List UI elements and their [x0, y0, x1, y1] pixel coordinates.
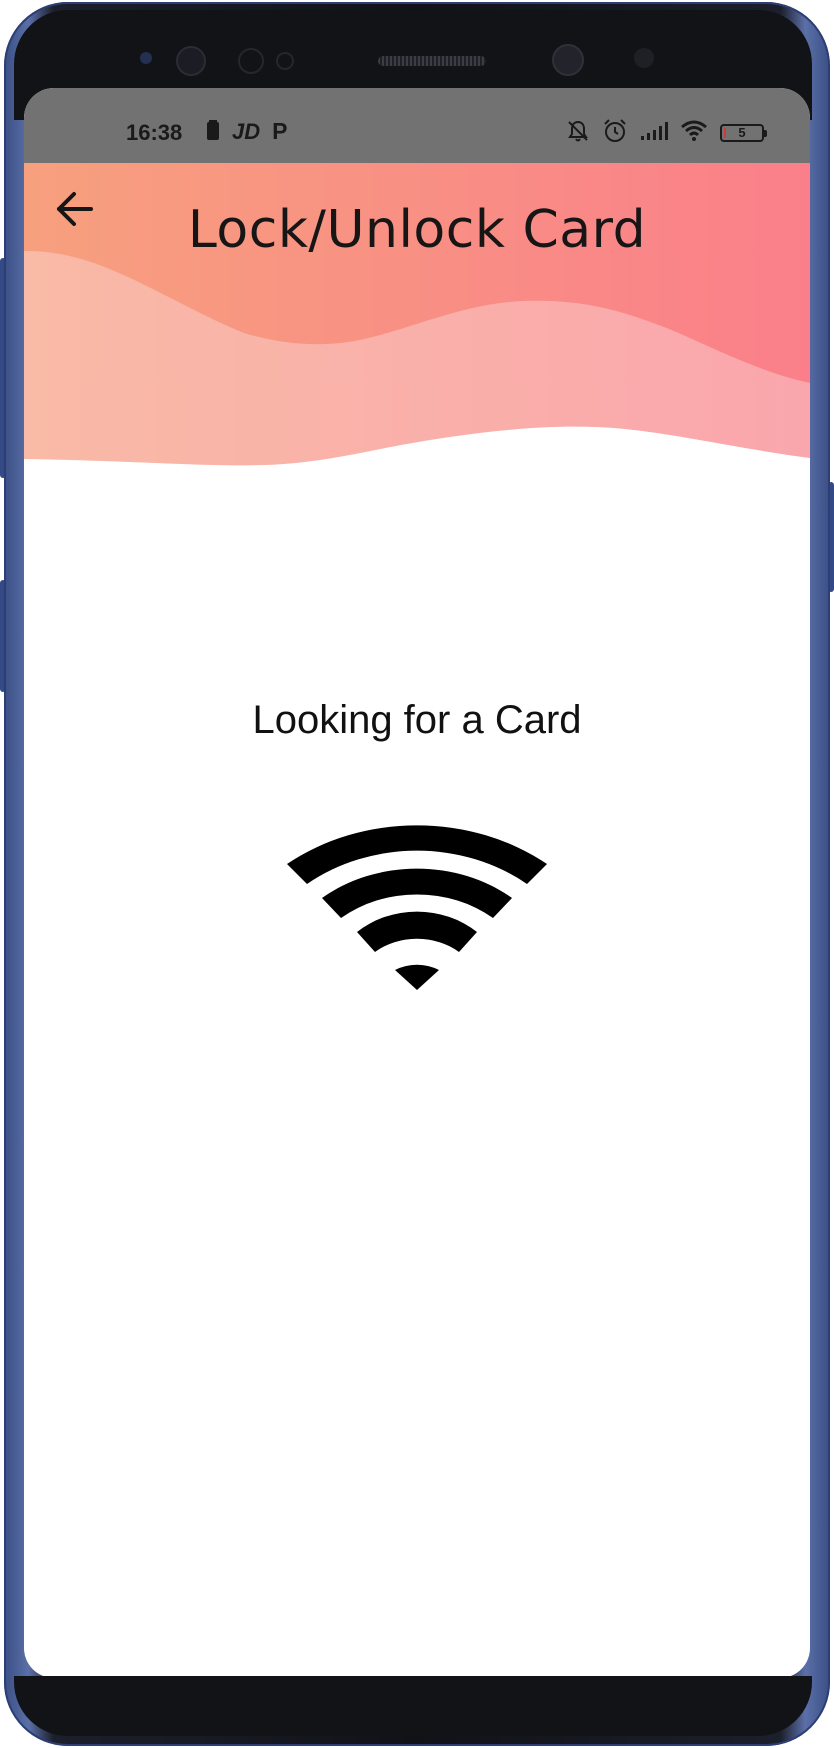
signal-icon	[640, 121, 668, 145]
battery-icon: 5	[720, 124, 767, 142]
bell-off-icon	[566, 119, 590, 147]
status-bar: 16:38 JD P 5	[24, 88, 810, 163]
speaker-grill	[378, 56, 486, 66]
battery-saver-icon	[206, 119, 220, 145]
status-message: Looking for a Card	[252, 698, 582, 742]
proximity-sensor	[140, 52, 152, 64]
bottom-bezel	[14, 1676, 812, 1736]
page-title: Lock/Unlock Card	[187, 200, 647, 260]
alarm-icon	[602, 118, 628, 148]
device-frame: 16:38 JD P 5 Lock/Unlock Card Looking fo…	[0, 0, 834, 1748]
battery-text: 5	[738, 125, 746, 140]
iris-sensor	[176, 46, 206, 76]
wifi-status-icon	[680, 120, 708, 146]
light-sensor	[276, 52, 294, 70]
status-time: 16:38	[126, 120, 183, 145]
status-right-icons: 5	[566, 118, 767, 148]
parking-app-icon: P	[272, 118, 288, 144]
nfc-signal-icon	[284, 798, 550, 998]
status-left-icons: JD P	[206, 118, 287, 145]
jd-app-icon: JD	[232, 118, 261, 144]
ambient-sensor	[238, 48, 264, 74]
front-camera	[552, 44, 584, 76]
screen: 16:38 JD P 5 Lock/Unlock Card Looking fo…	[24, 88, 810, 1678]
camera-dot	[634, 48, 654, 68]
